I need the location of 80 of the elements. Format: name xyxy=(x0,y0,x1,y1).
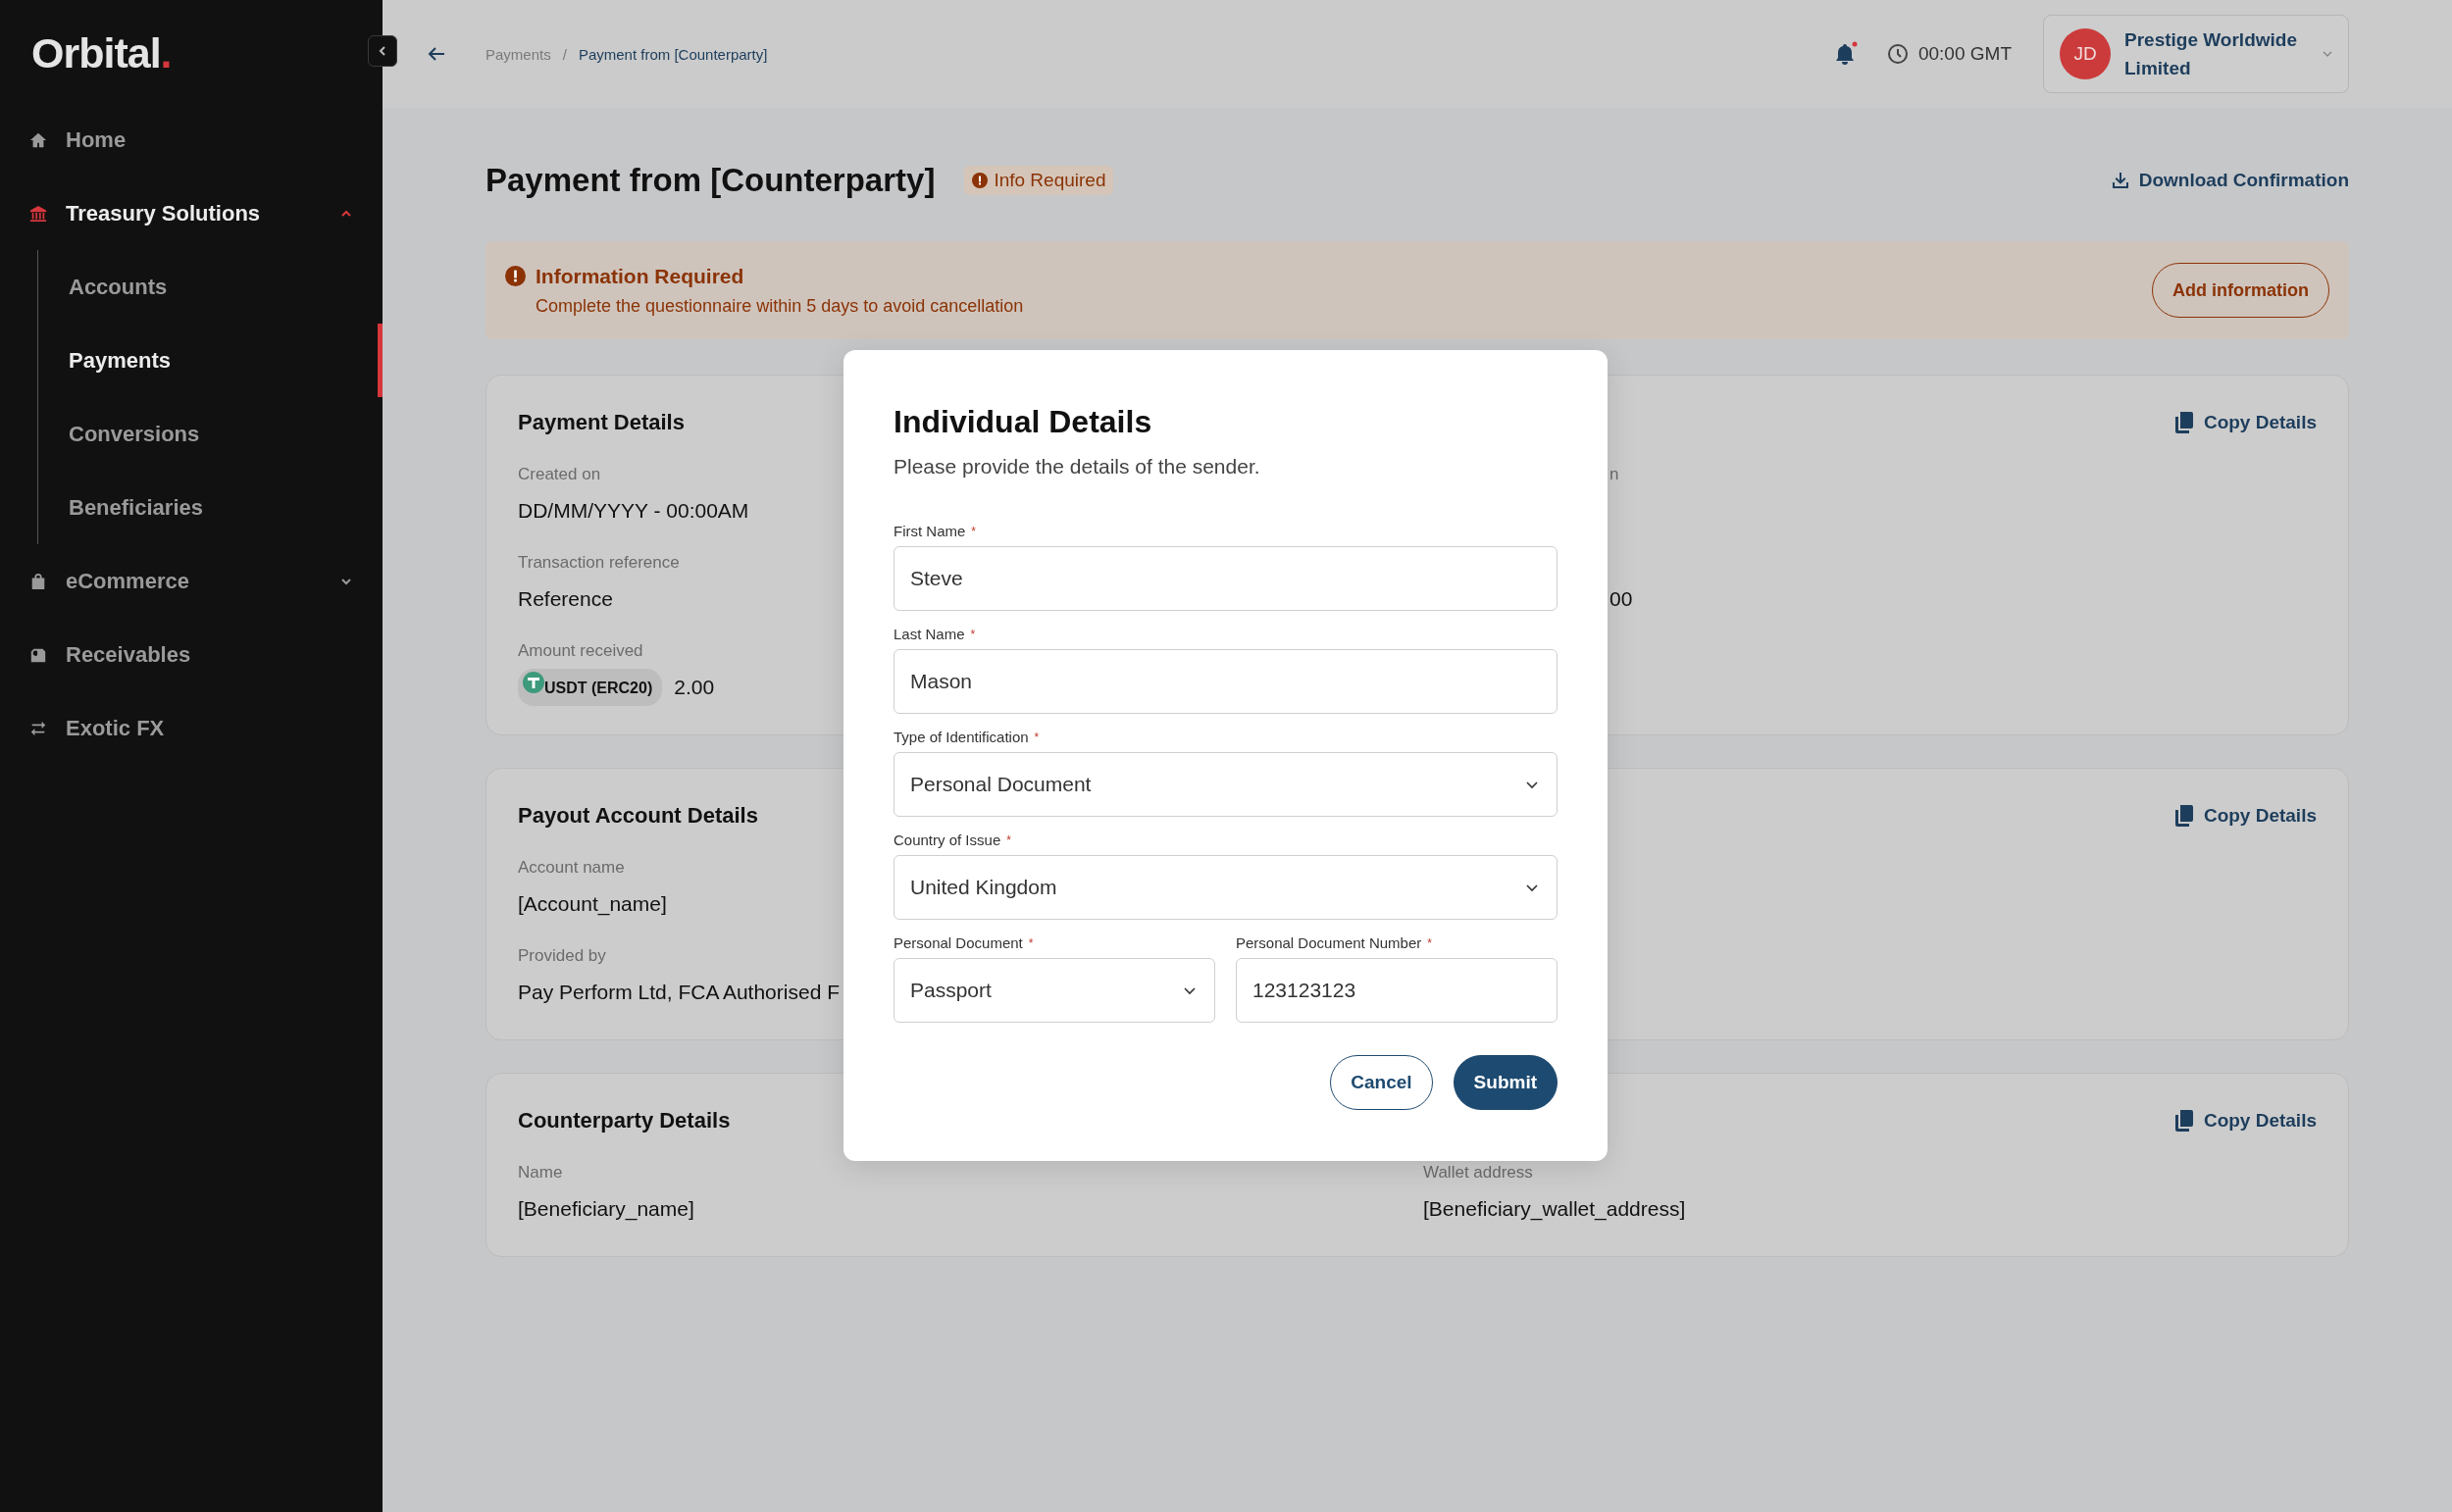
field-label: Transaction reference xyxy=(518,552,680,574)
required-mark: * xyxy=(1427,935,1432,952)
field-label: Name xyxy=(518,1162,563,1184)
dropdown[interactable]: United Kingdom xyxy=(894,855,1558,920)
copy-icon xyxy=(2173,805,2194,827)
field-label: First Name xyxy=(894,522,966,541)
breadcrumb-link[interactable]: Payment from [Counterparty] xyxy=(578,45,768,63)
collapse-button[interactable] xyxy=(368,35,397,67)
nav-subitem[interactable]: Payments xyxy=(38,324,383,397)
input-field[interactable]: Mason xyxy=(894,649,1558,714)
page-title: Payment from [Counterparty] xyxy=(485,162,936,199)
field-label: Country of Issue xyxy=(894,831,1001,850)
field-value: [Beneficiary_wallet_address] xyxy=(1423,1196,1686,1223)
download-link[interactable]: Download Confirmation xyxy=(2111,170,2349,191)
field-label: Personal Document xyxy=(894,933,1023,953)
nav-item[interactable]: Exotic FX xyxy=(0,691,383,765)
breadcrumb-separator: / xyxy=(562,45,567,63)
home-icon xyxy=(29,130,47,149)
field-value: 00 xyxy=(1609,586,1633,612)
token-chip: USDT (ERC20) xyxy=(518,669,663,706)
required-mark: * xyxy=(1028,935,1034,952)
nav-subitem[interactable]: Conversions xyxy=(38,397,383,471)
required-mark: * xyxy=(1034,730,1040,746)
account-switcher[interactable]: JD Prestige Worldwide Limited xyxy=(2043,15,2349,93)
card-title: Payout Account Details xyxy=(518,804,758,828)
submit-button[interactable]: Submit xyxy=(1453,1055,1558,1110)
time-label: 00:00 GMT xyxy=(1917,43,2012,65)
field-label: Account name xyxy=(518,857,625,879)
copy-details-link[interactable]: Copy Details xyxy=(2173,804,2317,828)
clock-icon xyxy=(1886,43,1909,65)
chevron-left-icon xyxy=(378,46,387,56)
field-value: [Beneficiary_name] xyxy=(518,1196,694,1223)
bank-icon xyxy=(29,204,47,223)
nav-item[interactable]: Receivables xyxy=(0,618,383,691)
nav-item[interactable]: Treasury Solutions xyxy=(0,176,383,250)
field-label: Wallet address xyxy=(1423,1162,1533,1184)
copy-icon xyxy=(2173,412,2194,433)
copy-details-link[interactable]: Copy Details xyxy=(2173,411,2317,434)
alert-message: Complete the questionnaire within 5 days to avoid cancellation xyxy=(536,295,1025,317)
logo-text: Orbital xyxy=(31,29,161,77)
copy-icon xyxy=(2173,1110,2194,1132)
field-label: Created on xyxy=(518,464,601,485)
field-value: 2.00 xyxy=(674,675,715,700)
input-field[interactable]: 123123123 xyxy=(1236,958,1558,1023)
copy-details-link[interactable]: Copy Details xyxy=(2173,1109,2317,1133)
dropdown[interactable]: Personal Document xyxy=(894,752,1558,817)
field-label: Provided by xyxy=(518,945,606,967)
field-value: DD/MM/YYYY - 00:00AM xyxy=(518,498,749,524)
nav-item[interactable]: Home xyxy=(0,103,383,176)
avatar: JD xyxy=(2060,28,2111,79)
required-mark: * xyxy=(1006,832,1011,849)
shopping-bag-icon xyxy=(29,572,47,590)
nav-subitem[interactable]: Beneficiaries xyxy=(38,471,383,544)
tether-icon xyxy=(523,672,544,693)
card-title: Payment Details xyxy=(518,411,685,434)
alert-icon xyxy=(972,173,989,188)
cancel-button[interactable]: Cancel xyxy=(1330,1055,1433,1110)
required-mark: * xyxy=(970,627,976,643)
modal-subtitle: Please provide the details of the sender. xyxy=(894,454,1261,479)
modal-title: Individual Details xyxy=(894,403,1153,441)
field-label: Personal Document Number xyxy=(1236,933,1422,953)
input-field[interactable]: Steve xyxy=(894,546,1558,611)
required-mark: * xyxy=(971,524,976,540)
card-title: Counterparty Details xyxy=(518,1109,731,1133)
alert-title: Information Required xyxy=(536,264,744,288)
logo-dot: . xyxy=(160,29,172,77)
nav-subitem[interactable]: Accounts xyxy=(38,250,383,324)
alert-icon xyxy=(505,266,526,286)
nav-item[interactable]: eCommerce xyxy=(0,544,383,618)
field-value: Pay Perform Ltd, FCA Authorised F xyxy=(518,980,840,1005)
field-value: Reference xyxy=(518,586,613,612)
field-label: Last Name xyxy=(894,625,965,644)
status-badge: Info Required xyxy=(964,166,1114,195)
field-label: n xyxy=(1609,464,1619,485)
field-label: Type of Identification xyxy=(894,728,1029,747)
field-label: Amount received xyxy=(518,640,643,662)
field-value: [Account_name] xyxy=(518,891,667,918)
account-name: Prestige Worldwide Limited xyxy=(2124,28,2298,80)
download-icon xyxy=(2111,172,2129,189)
dropdown[interactable]: Passport xyxy=(894,958,1215,1023)
